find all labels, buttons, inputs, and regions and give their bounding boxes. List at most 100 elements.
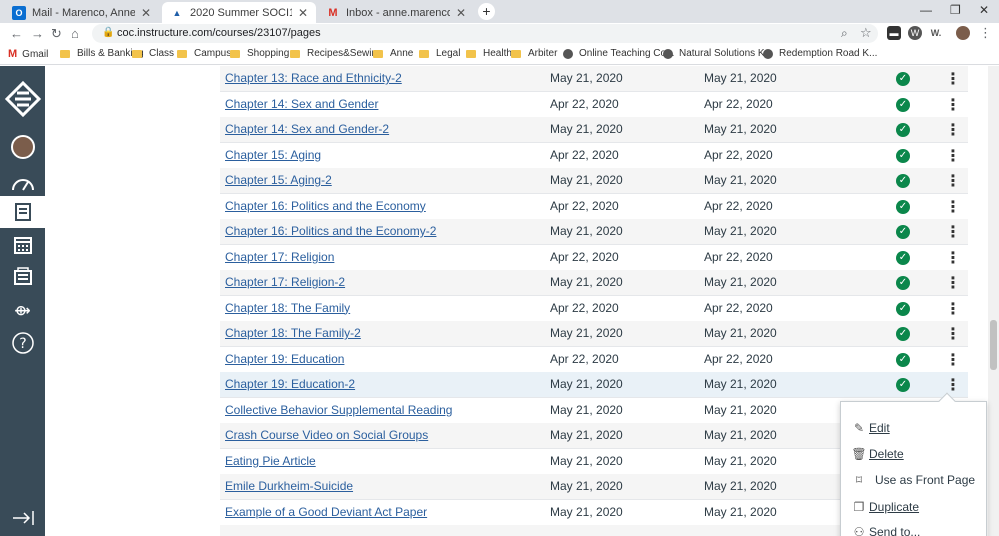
published-check-icon[interactable]: ✓ bbox=[896, 301, 910, 316]
svg-text:?: ? bbox=[19, 336, 26, 352]
page-title-link[interactable]: Chapter 18: The Family-2 bbox=[225, 326, 361, 340]
page-title-link[interactable]: Emile Durkheim-Suicide bbox=[225, 479, 353, 493]
collapse-nav-icon[interactable] bbox=[0, 506, 45, 530]
page-title-link[interactable]: Chapter 16: Politics and the Economy-2 bbox=[225, 224, 436, 238]
kebab-menu-icon[interactable]: ⋮ bbox=[945, 171, 961, 191]
kebab-menu-icon[interactable]: ⋮ bbox=[945, 95, 961, 115]
folder-icon bbox=[230, 49, 240, 58]
scrollbar-thumb[interactable] bbox=[990, 320, 997, 370]
bookmark-folder[interactable]: Anne bbox=[373, 48, 413, 59]
close-icon[interactable]: ✕ bbox=[141, 6, 151, 20]
extension-w-icon[interactable]: W. bbox=[929, 26, 943, 40]
table-row: Chapter 17: Religion-2 May 21, 2020 May 21… bbox=[220, 270, 968, 296]
bookmark-site[interactable]: Natural Solutions K... bbox=[663, 48, 773, 59]
menu-item-edit[interactable]: ✎ Edit bbox=[851, 421, 890, 435]
canvas-logo-icon[interactable] bbox=[0, 76, 45, 122]
inbox-icon[interactable] bbox=[0, 262, 45, 292]
minimize-icon[interactable]: — bbox=[920, 3, 932, 17]
trash-icon: 🗑 bbox=[851, 447, 867, 461]
page-title-link[interactable]: Crash Course Video on Social Groups bbox=[225, 428, 428, 442]
address-bar[interactable]: 🔒 coc.instructure.com/courses/23107/page… bbox=[92, 24, 878, 43]
bookmark-folder[interactable]: Arbiter bbox=[511, 48, 557, 59]
bookmark-folder[interactable]: Health bbox=[466, 48, 512, 59]
last-edit-date: Apr 22, 2020 bbox=[704, 96, 773, 111]
bookmark-folder[interactable]: Legal bbox=[419, 48, 460, 59]
page-title-link[interactable]: Chapter 14: Sex and Gender bbox=[225, 97, 378, 111]
page-title-link[interactable]: Chapter 19: Education bbox=[225, 352, 344, 366]
kebab-menu-icon[interactable]: ⋮ bbox=[945, 248, 961, 268]
page-title-link[interactable]: Chapter 18: The Family bbox=[225, 301, 350, 315]
tab-outlook[interactable]: O Mail - Marenco, Anne - Outlook ✕ bbox=[4, 2, 159, 23]
dashboard-icon[interactable] bbox=[0, 168, 45, 198]
published-check-icon[interactable]: ✓ bbox=[896, 148, 910, 163]
published-check-icon[interactable]: ✓ bbox=[896, 250, 910, 265]
profile-avatar[interactable] bbox=[956, 26, 970, 40]
zoom-icon[interactable]: ⌕ bbox=[841, 26, 848, 41]
calendar-icon[interactable] bbox=[0, 230, 45, 260]
tab-canvas[interactable]: ▲ 2020 Summer SOCI101 Introduc ✕ bbox=[162, 2, 316, 23]
kebab-menu-icon[interactable]: ⋮ bbox=[945, 69, 961, 89]
scrollbar[interactable] bbox=[988, 66, 999, 536]
published-check-icon[interactable]: ✓ bbox=[896, 72, 910, 86]
menu-item-delete[interactable]: 🗑 Delete bbox=[851, 447, 903, 461]
menu-item-send-to[interactable]: ⚇ Send to... bbox=[851, 525, 921, 536]
page-title-link[interactable]: Chapter 17: Religion-2 bbox=[225, 275, 345, 289]
kebab-menu-icon[interactable]: ⋮ bbox=[945, 146, 961, 166]
kebab-menu-icon[interactable]: ⋮ bbox=[945, 350, 961, 370]
published-check-icon[interactable]: ✓ bbox=[896, 225, 910, 239]
wordpress-icon[interactable]: W bbox=[908, 26, 922, 40]
bookmark-gmail[interactable]: M Gmail bbox=[8, 48, 48, 60]
account-avatar[interactable] bbox=[0, 132, 45, 162]
last-edit-date: May 21, 2020 bbox=[704, 173, 777, 187]
menu-icon[interactable]: ⋮ bbox=[979, 25, 992, 41]
commons-icon[interactable]: ⟴ bbox=[0, 298, 45, 322]
extension-icon[interactable]: ▬ bbox=[887, 26, 901, 40]
menu-item-duplicate[interactable]: ❐ Duplicate bbox=[851, 500, 919, 514]
bookmark-site[interactable]: Online Teaching Co... bbox=[563, 48, 674, 59]
page-title-link[interactable]: Chapter 15: Aging bbox=[225, 148, 321, 162]
table-row: Chapter 17: Religion Apr 22, 2020 Apr 22, … bbox=[220, 245, 968, 271]
back-icon[interactable]: ← bbox=[10, 26, 23, 41]
help-icon[interactable]: ? bbox=[0, 328, 45, 358]
courses-icon[interactable] bbox=[0, 196, 45, 228]
published-check-icon[interactable]: ✓ bbox=[896, 378, 910, 392]
published-check-icon[interactable]: ✓ bbox=[896, 327, 910, 341]
kebab-menu-icon[interactable]: ⋮ bbox=[945, 197, 961, 217]
page-title-link[interactable]: Example of a Good Deviant Act Paper bbox=[225, 505, 427, 519]
kebab-menu-icon[interactable]: ⋮ bbox=[945, 299, 961, 319]
page-title-link[interactable]: Eating Pie Article bbox=[225, 454, 316, 468]
reload-icon[interactable]: ↻ bbox=[51, 26, 62, 42]
bookmark-site[interactable]: Redemption Road K... bbox=[763, 48, 877, 59]
forward-icon[interactable]: → bbox=[31, 26, 44, 41]
close-icon[interactable]: ✕ bbox=[456, 6, 466, 20]
page-title-link[interactable]: Chapter 16: Politics and the Economy bbox=[225, 199, 426, 213]
bookmark-folder[interactable]: Shopping bbox=[230, 48, 289, 59]
kebab-menu-icon[interactable]: ⋮ bbox=[945, 324, 961, 344]
published-check-icon[interactable]: ✓ bbox=[896, 174, 910, 188]
bookmark-folder[interactable]: Class bbox=[132, 48, 174, 59]
page-title-link[interactable]: Collective Behavior Supplemental Reading bbox=[225, 403, 452, 417]
published-check-icon[interactable]: ✓ bbox=[896, 97, 910, 112]
new-tab-button[interactable]: + bbox=[478, 3, 495, 20]
published-check-icon[interactable]: ✓ bbox=[896, 352, 910, 367]
kebab-menu-icon[interactable]: ⋮ bbox=[945, 273, 961, 293]
tab-gmail[interactable]: M Inbox - anne.marenco@gmail.co ✕ bbox=[318, 2, 474, 23]
menu-item-front-page[interactable]: ⌑ Use as Front Page bbox=[851, 473, 975, 487]
page-title-link[interactable]: Chapter 14: Sex and Gender-2 bbox=[225, 122, 389, 136]
bookmark-folder[interactable]: Campus bbox=[177, 48, 231, 59]
star-icon[interactable]: ☆ bbox=[860, 25, 872, 41]
home-icon[interactable]: ⌂ bbox=[71, 26, 79, 41]
published-check-icon[interactable]: ✓ bbox=[896, 276, 910, 290]
published-check-icon[interactable]: ✓ bbox=[896, 199, 910, 214]
kebab-menu-icon[interactable]: ⋮ bbox=[945, 120, 961, 140]
page-title-link[interactable]: Chapter 19: Education-2 bbox=[225, 377, 355, 391]
kebab-menu-icon[interactable]: ⋮ bbox=[945, 222, 961, 242]
restore-icon[interactable]: ❐ bbox=[950, 3, 961, 17]
page-title-link[interactable]: Chapter 17: Religion bbox=[225, 250, 334, 264]
page-title-link[interactable]: Chapter 13: Race and Ethnicity-2 bbox=[225, 71, 402, 85]
bookmark-folder[interactable]: Recipes&Sewing bbox=[290, 48, 383, 59]
published-check-icon[interactable]: ✓ bbox=[896, 123, 910, 137]
close-icon[interactable]: ✕ bbox=[298, 6, 308, 20]
close-window-icon[interactable]: ✕ bbox=[979, 3, 989, 17]
page-title-link[interactable]: Chapter 15: Aging-2 bbox=[225, 173, 332, 187]
